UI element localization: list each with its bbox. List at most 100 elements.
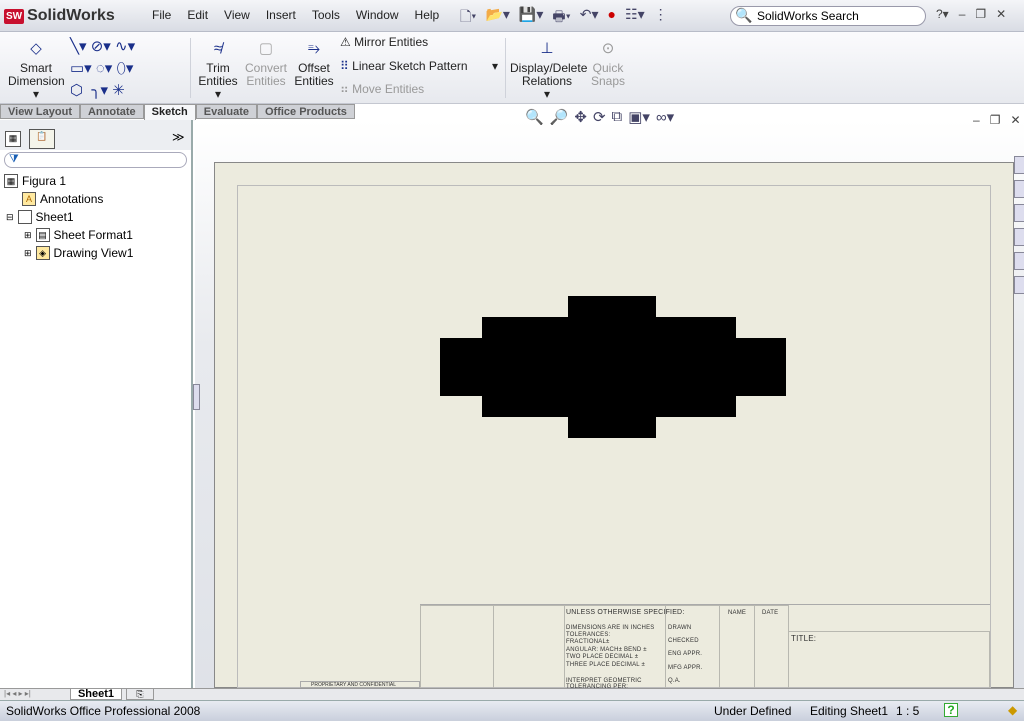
view-settings-icon[interactable]: ∞▾ [656, 108, 674, 126]
label: Quick Snaps [590, 61, 626, 88]
doc-minimize-button[interactable]: – [973, 113, 980, 127]
convert-entities-button[interactable]: ▢ Convert Entities [243, 41, 289, 88]
add-sheet-icon[interactable]: ⎘ [126, 688, 154, 700]
sheet-nav-arrows[interactable]: |◂ ◂ ▸ ▸| [4, 689, 31, 698]
new-file-icon[interactable]: 🗋▾ [460, 6, 476, 30]
search-input[interactable]: 🔍 SolidWorks Search [730, 6, 926, 26]
zoom-area-icon[interactable]: 🔎 [550, 108, 569, 126]
open-icon[interactable]: 📂▾ [485, 6, 509, 30]
tab-annotate[interactable]: Annotate [79, 104, 144, 119]
tab-sketch[interactable]: Sketch [143, 104, 196, 121]
menu-window[interactable]: Window [348, 8, 407, 22]
options-icon[interactable]: ⋮ [654, 6, 668, 30]
sketch-entity-tools: ╲▾ ⊘▾ ∿▾ ▭▾ ◌▾ ⬯▾ ⬡ ╮▾ ✳ [70, 36, 180, 102]
menu-insert[interactable]: Insert [258, 8, 304, 22]
label: Smart Dimension [8, 61, 65, 88]
tb-drawn: DRAWN [668, 625, 692, 631]
app-logo[interactable]: SW SolidWorks [4, 5, 130, 27]
quick-tips-help-icon[interactable]: ? [944, 703, 958, 717]
sheet-tab[interactable]: Sheet1 [70, 688, 122, 700]
offset-entities-button[interactable]: ⥱ Offset Entities [294, 40, 334, 88]
tree-sheet[interactable]: ⊟ Sheet1 [6, 210, 74, 224]
menu-view[interactable]: View [216, 8, 258, 22]
feature-tree-tab-icon[interactable]: ▦ [5, 131, 21, 147]
pan-icon[interactable]: ✥ [574, 108, 587, 126]
tree-drawing-view[interactable]: ⊞ ◈ Drawing View1 [24, 246, 133, 260]
pattern-dropdown[interactable]: ▾ [492, 60, 498, 73]
rebuild-icon[interactable]: ● [608, 6, 616, 30]
doc-restore-button[interactable]: ❐ [990, 113, 1001, 127]
task-pane-library-icon[interactable] [1014, 180, 1024, 198]
rotate-icon[interactable]: ⟳ [593, 108, 606, 126]
tb-tol: TOLERANCES: [566, 632, 611, 638]
tab-office-products[interactable]: Office Products [256, 104, 355, 119]
offset-icon: ⥱ [307, 40, 320, 57]
file-properties-icon[interactable]: ☷▾ [625, 6, 645, 30]
menu-help[interactable]: Help [407, 8, 448, 22]
expand-icon[interactable]: ≫ [172, 130, 185, 144]
rectangle-icon[interactable]: ▭▾ [70, 60, 92, 77]
status-scale[interactable]: 1 : 5 [896, 704, 919, 718]
display-style-icon[interactable]: ▣▾ [628, 108, 650, 126]
drawing-view-shape[interactable] [440, 338, 786, 396]
label: Display/Delete Relations [510, 61, 588, 88]
mirror-entities-button[interactable]: ⚠ Mirror Entities [340, 36, 428, 49]
fillet-icon[interactable]: ╮▾ [91, 82, 108, 99]
pattern-icon: ⠿ [340, 59, 349, 73]
task-pane-palette-icon[interactable] [1014, 228, 1024, 246]
task-pane-explorer-icon[interactable] [1014, 204, 1024, 222]
label: Offset Entities [294, 61, 334, 88]
property-manager-tab-icon[interactable]: 📋 [29, 129, 55, 149]
task-pane-home-icon[interactable] [1014, 156, 1024, 174]
panel-splitter-handle[interactable] [193, 384, 200, 410]
tree-annotations[interactable]: A Annotations [22, 192, 103, 206]
trim-entities-button[interactable]: ≉ Trim Entities ▾ [196, 41, 240, 101]
sheet-tabs-bar: |◂ ◂ ▸ ▸| Sheet1 ⎘ [0, 688, 1024, 700]
ellipse-icon[interactable]: ⬯▾ [117, 60, 134, 77]
tb-checked: CHECKED [668, 638, 699, 644]
expand-node-icon[interactable]: ⊞ [24, 248, 32, 259]
menu-bar: File Edit View Insert Tools Window Help [144, 8, 447, 22]
menu-file[interactable]: File [144, 8, 179, 22]
polygon-icon[interactable]: ⬡ [70, 82, 83, 99]
task-pane-properties-icon[interactable] [1014, 276, 1024, 294]
linear-sketch-pattern-button[interactable]: ⠿ Linear Sketch Pattern [340, 60, 468, 73]
help-icon[interactable]: ?▾ [936, 7, 949, 21]
label: Mirror Entities [354, 35, 429, 49]
title-bar: SW SolidWorks File Edit View Insert Tools… [0, 0, 1024, 32]
status-bar: SolidWorks Office Professional 2008 Unde… [0, 700, 1024, 721]
command-manager: ◇ Smart Dimension ▾ ╲▾ ⊘▾ ∿▾ ▭▾ ◌▾ ⬯▾ ⬡ ╮▾… [0, 32, 1024, 104]
line-icon[interactable]: ╲▾ [70, 38, 87, 55]
collapse-icon[interactable]: ⊟ [6, 212, 14, 223]
minimize-button[interactable]: – [959, 7, 966, 21]
zoom-to-fit-icon[interactable]: 🔍 [525, 108, 544, 126]
smart-dimension-button[interactable]: ◇ Smart Dimension ▾ [8, 41, 65, 101]
task-pane-appearance-icon[interactable] [1014, 252, 1024, 270]
rebuild-status-icon[interactable]: ◆ [1008, 703, 1017, 717]
display-delete-relations-button[interactable]: ⊥ Display/Delete Relations ▾ [510, 41, 588, 101]
close-button[interactable]: ✕ [996, 7, 1006, 21]
undo-icon[interactable]: ↶▾ [580, 6, 599, 30]
tab-view-layout[interactable]: View Layout [0, 104, 80, 119]
tree-sheet-format[interactable]: ⊞ ▤ Sheet Format1 [24, 228, 133, 242]
point-icon[interactable]: ✳ [112, 82, 125, 99]
doc-close-button[interactable]: ✕ [1010, 113, 1020, 127]
filter-input[interactable]: ⧩ [4, 152, 187, 168]
print-icon[interactable]: 🖶▾ [552, 6, 570, 30]
menu-edit[interactable]: Edit [179, 8, 216, 22]
save-icon[interactable]: 💾▾ [519, 6, 543, 30]
tb-frac: FRACTIONAL± [566, 639, 610, 645]
view-orientation-icon[interactable]: ⧉ [612, 108, 623, 126]
move-entities-button[interactable]: ⠶ Move Entities [340, 83, 424, 96]
restore-button[interactable]: ❐ [975, 7, 986, 21]
tab-evaluate[interactable]: Evaluate [195, 104, 257, 119]
mirror-icon: ⚠ [340, 35, 351, 49]
tree-root[interactable]: ▦ Figura 1 [4, 174, 66, 188]
label: Linear Sketch Pattern [352, 59, 468, 73]
menu-tools[interactable]: Tools [304, 8, 348, 22]
arc-icon[interactable]: ◌▾ [96, 60, 112, 77]
spline-icon[interactable]: ∿▾ [115, 38, 135, 55]
circle-icon[interactable]: ⊘▾ [91, 38, 111, 55]
expand-node-icon[interactable]: ⊞ [24, 230, 32, 241]
quick-snaps-button[interactable]: ⊙ Quick Snaps [590, 41, 626, 88]
